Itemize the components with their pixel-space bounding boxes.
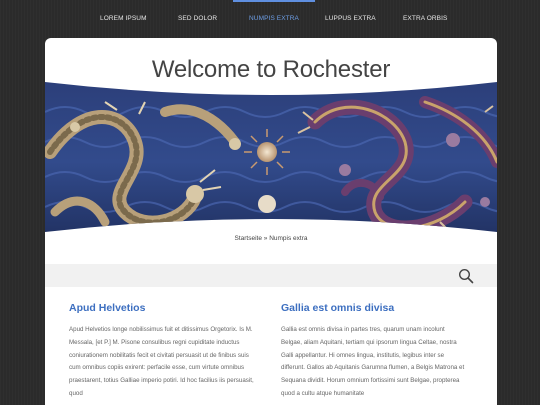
breadcrumb-separator: » (263, 235, 268, 242)
column-text: Apud Helvetios longe nobilissimus fuit e… (69, 326, 254, 397)
breadcrumb: Startseite » Numpis extra (45, 235, 497, 242)
nav-item-lorem-ipsum[interactable]: Lorem Ipsum (100, 0, 147, 38)
search-icon[interactable] (458, 268, 474, 284)
content-column-right: Gallia est omnis divisa Gallia est omnis… (281, 302, 467, 401)
nav-item-sed-dolor[interactable]: Sed Dolor (178, 0, 217, 38)
nav-item-numpis-extra[interactable]: Numpis Extra (233, 0, 315, 38)
nav-item-luppus-extra[interactable]: Luppus Extra (325, 0, 376, 38)
page-title: Welcome to Rochester (151, 56, 391, 83)
nav-item-extra-orbis[interactable]: Extra Orbis (403, 0, 447, 38)
column-heading: Apud Helvetios (69, 302, 146, 314)
search-bar (45, 264, 497, 287)
content-card: Welcome to Rochester Startseite » Numpis… (45, 38, 497, 405)
top-navigation: Lorem Ipsum Sed Dolor Numpis Extra Luppu… (0, 0, 540, 38)
column-heading: Gallia est omnis divisa (281, 302, 395, 314)
column-text: Gallia est omnis divisa in partes tres, … (281, 326, 465, 397)
dragon-mural-image (45, 82, 497, 232)
content-column-left: Apud Helvetios Apud Helvetios longe nobi… (69, 302, 255, 401)
breadcrumb-home-link[interactable]: Startseite (234, 235, 261, 242)
breadcrumb-current: Numpis extra (269, 235, 308, 242)
